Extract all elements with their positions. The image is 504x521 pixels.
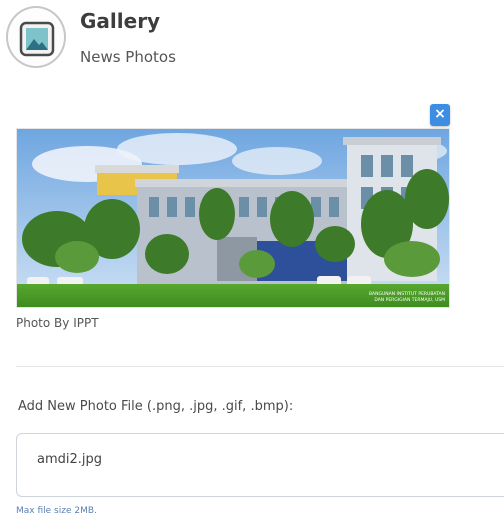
page-subtitle: News Photos xyxy=(80,48,176,66)
gallery-badge xyxy=(6,6,66,68)
upload-label: Add New Photo File (.png, .jpg, .gif, .b… xyxy=(18,399,294,414)
photo-file-input[interactable]: amdi2.jpg xyxy=(16,433,504,497)
section-divider xyxy=(16,366,504,367)
page-title: Gallery xyxy=(80,9,161,33)
photo-watermark-line1: BANGUNAN INSTITUT PERUBATAN xyxy=(369,291,445,297)
photo-watermark-line2: DAN PERGIGIAN TERMAJU, USM xyxy=(374,297,445,303)
page-header: Gallery News Photos xyxy=(6,4,504,76)
remove-photo-button[interactable]: × xyxy=(430,104,450,126)
file-input-value: amdi2.jpg xyxy=(37,452,103,467)
news-photo: BANGUNAN INSTITUT PERUBATAN DAN PERGIGIA… xyxy=(16,128,450,308)
photo-caption: Photo By IPPT xyxy=(16,316,99,330)
building-photo: BANGUNAN INSTITUT PERUBATAN DAN PERGIGIA… xyxy=(17,129,449,307)
max-file-size-hint: Max file size 2MB. xyxy=(16,506,97,516)
image-icon xyxy=(19,21,55,57)
